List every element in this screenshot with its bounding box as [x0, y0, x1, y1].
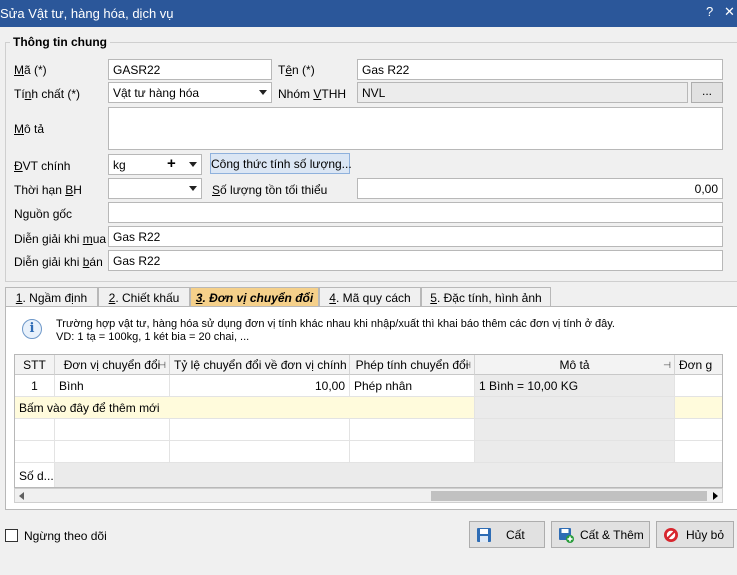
save-add-label: Cất & Thêm [580, 528, 644, 542]
empty-cell [475, 419, 675, 441]
cancel-button[interactable]: Hủy bỏ [656, 521, 734, 548]
dvt-chinh-combo[interactable]: kg + [108, 154, 202, 175]
cell-mo-ta: 1 Bình = 10,00 KG [475, 375, 675, 397]
dien-giai-ban-input[interactable]: Gas R22 [108, 250, 723, 271]
scroll-right-icon[interactable] [713, 492, 718, 500]
scroll-left-icon[interactable] [19, 492, 24, 500]
tab-ngam-dinh[interactable]: 1. Ngầm định [5, 287, 98, 307]
info-line-2: VD: 1 tạ = 100kg, 1 két bia = 20 chai, .… [56, 331, 250, 343]
title-bar: Sửa Vật tư, hàng hóa, dịch vụ ? ✕ [0, 0, 737, 27]
tinh-chat-combo[interactable]: Vật tư hàng hóa [108, 82, 272, 103]
mo-ta-textarea[interactable] [108, 107, 723, 150]
add-new-row[interactable]: Bấm vào đây để thêm mới [15, 397, 475, 419]
cell-stt[interactable]: 1 [15, 375, 55, 397]
stop-tracking-checkbox[interactable] [5, 529, 18, 542]
ten-input[interactable]: Gas R22 [357, 59, 723, 80]
pin-icon[interactable]: ⊣ [463, 360, 471, 371]
save-label: Cất [506, 528, 525, 542]
save-add-icon [559, 528, 574, 543]
empty-cell [15, 419, 55, 441]
add-row-mo-ta-cell [475, 397, 675, 419]
thoi-han-bh-label: Thời hạn BH [14, 183, 82, 197]
empty-cell [55, 441, 170, 463]
col-header-ty-le[interactable]: Tỷ lệ chuyển đổi về đơn vị chính [170, 355, 350, 375]
tab-chiet-khau[interactable]: 2. Chiết khấu [98, 287, 190, 307]
dien-giai-mua-input[interactable]: Gas R22 [108, 226, 723, 247]
cell-ty-le[interactable]: 10,00 [170, 375, 350, 397]
stop-tracking-label: Ngừng theo dõi [24, 529, 107, 543]
col-header-phep-tinh[interactable]: Phép tính chuyển đổi ⊣ [350, 355, 475, 375]
tab-ma-quy-cach[interactable]: 4. Mã quy cách [319, 287, 421, 307]
cell-phep-tinh[interactable]: Phép nhân [350, 375, 475, 397]
info-line-1: Trường hợp vật tư, hàng hóa sử dụng đơn … [56, 318, 615, 330]
footer-sum-row [55, 463, 722, 487]
dvt-chinh-value: kg [113, 158, 126, 172]
window-title: Sửa Vật tư, hàng hóa, dịch vụ [0, 6, 174, 21]
cong-thuc-button[interactable]: Công thức tính số lượng... [210, 153, 352, 174]
cancel-icon [664, 528, 678, 542]
col-header-mo-ta[interactable]: Mô tả ⊣ [475, 355, 675, 375]
close-button[interactable]: ✕ [724, 4, 735, 20]
empty-cell [675, 419, 722, 441]
dien-giai-ban-label: Diễn giải khi bán [14, 255, 103, 269]
conversion-grid: STT Đơn vị chuyển đổi ⊣ Tỷ lệ chuyển đổi … [14, 354, 723, 488]
pin-icon[interactable]: ⊣ [158, 360, 166, 371]
tab-dac-tinh-hinh-anh[interactable]: 5. Đặc tính, hình ảnh [421, 287, 551, 307]
cell-don-gia[interactable] [675, 375, 722, 397]
nguon-goc-input[interactable] [108, 202, 723, 223]
group-title: Thông tin chung [10, 35, 110, 49]
empty-cell [55, 419, 170, 441]
save-button[interactable]: Cất [469, 521, 545, 548]
empty-cell [170, 419, 350, 441]
dvt-chinh-label: ĐVT chính [14, 159, 71, 173]
chevron-down-icon [259, 90, 267, 95]
empty-cell [15, 441, 55, 463]
nguon-goc-label: Nguồn gốc [14, 207, 73, 221]
tinh-chat-value: Vật tư hàng hóa [113, 86, 200, 100]
nhom-vthh-label: Nhóm VTHH [278, 87, 347, 101]
scrollbar-thumb[interactable] [431, 491, 707, 501]
ma-input[interactable]: GASR22 [108, 59, 272, 80]
thoi-han-bh-combo[interactable] [108, 178, 202, 199]
empty-cell [675, 441, 722, 463]
dien-giai-mua-label: Diễn giải khi mua [14, 232, 107, 246]
plus-icon[interactable]: + [167, 155, 176, 172]
nhom-vthh-input[interactable]: NVL [357, 82, 688, 103]
chevron-down-icon [189, 186, 197, 191]
empty-cell [170, 441, 350, 463]
add-row-cell[interactable] [675, 397, 722, 419]
col-header-don-vi[interactable]: Đơn vị chuyển đổi ⊣ [55, 355, 170, 375]
horizontal-scrollbar[interactable] [14, 488, 723, 503]
empty-cell [475, 441, 675, 463]
ma-label: Mã (*) [14, 63, 47, 77]
empty-cell [350, 441, 475, 463]
chevron-down-icon [189, 162, 197, 167]
pin-icon[interactable]: ⊣ [663, 360, 671, 371]
so-luong-ton-input[interactable]: 0,00 [357, 178, 723, 199]
save-icon [477, 528, 491, 542]
save-and-add-button[interactable]: Cất & Thêm [551, 521, 650, 548]
mo-ta-label: Mô tả [14, 122, 45, 136]
info-icon: i [22, 319, 42, 339]
tinh-chat-label: Tính chất (*) [14, 87, 81, 101]
cell-don-vi[interactable]: Bình [55, 375, 170, 397]
cancel-label: Hủy bỏ [686, 528, 725, 542]
ten-label: Tên (*) [278, 63, 315, 77]
help-button[interactable]: ? [706, 4, 713, 19]
empty-cell [350, 419, 475, 441]
footer-sum-label: Số d... [15, 463, 55, 487]
so-luong-ton-label: Số lượng tồn tối thiểu [212, 183, 328, 197]
col-header-don-gia[interactable]: Đơn g [675, 355, 722, 375]
col-header-stt[interactable]: STT [15, 355, 55, 375]
nhom-vthh-browse-button[interactable]: ... [691, 82, 723, 103]
tab-don-vi-chuyen-doi[interactable]: 3. Đơn vị chuyển đổi [190, 287, 319, 307]
